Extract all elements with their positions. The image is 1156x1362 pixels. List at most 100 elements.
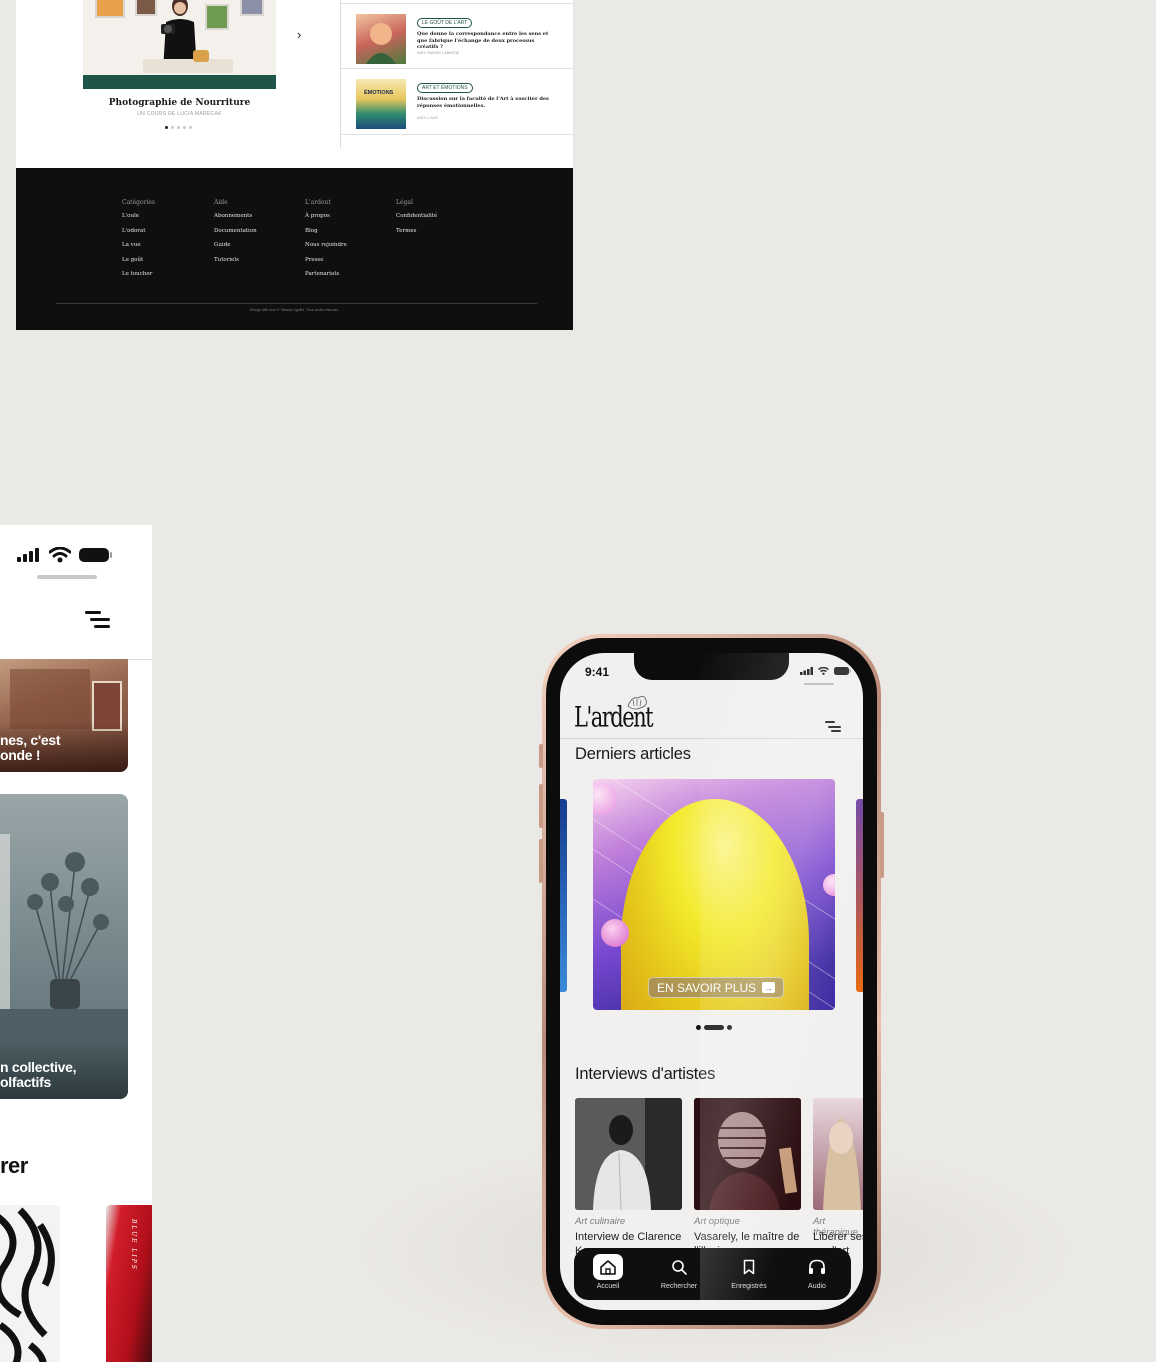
book-pattern bbox=[0, 1207, 55, 1362]
interview-category: Art culinaire bbox=[575, 1216, 626, 1227]
footer-heading: Catégories bbox=[122, 199, 155, 206]
footer-link[interactable]: Confidentialité bbox=[396, 213, 437, 219]
signal-icon bbox=[17, 548, 39, 562]
footer-link[interactable]: Abonnements bbox=[214, 213, 257, 219]
carousel-dot[interactable] bbox=[177, 126, 180, 129]
logo-hand-icon bbox=[627, 696, 647, 710]
menu-icon[interactable] bbox=[825, 721, 841, 732]
card-image bbox=[10, 669, 90, 729]
footer-column: L'ardent À propos Blog Nous rejoindre Pr… bbox=[305, 199, 347, 286]
status-bar-indicator bbox=[804, 683, 834, 685]
nav-label: Accueil bbox=[596, 1283, 620, 1290]
card-title: nes, c'est onde ! bbox=[0, 732, 61, 763]
footer-column: Légal Confidentialité Termes bbox=[396, 199, 437, 242]
status-icons bbox=[800, 667, 851, 675]
headphones-icon bbox=[809, 1259, 825, 1274]
nav-search[interactable]: Rechercher bbox=[649, 1254, 709, 1290]
nav-home[interactable]: Accueil bbox=[578, 1254, 638, 1290]
article-item[interactable]: LE GOÛT DE L'ART Que donne la correspond… bbox=[341, 3, 573, 69]
article-title[interactable]: Que donne la correspondance entre les se… bbox=[417, 31, 557, 51]
footer-link[interactable]: Blog bbox=[305, 228, 347, 234]
learn-more-button[interactable]: EN SAVOIR PLUS → bbox=[648, 977, 785, 998]
footer-column: Aide Abonnements Documentation Guide Tut… bbox=[214, 199, 257, 271]
mobile-zoom-mockup: nes, c'est onde ! n collective, olfactif… bbox=[0, 525, 152, 1362]
carousel-dot[interactable] bbox=[183, 126, 186, 129]
carousel-prev-card[interactable] bbox=[560, 799, 567, 992]
header-divider bbox=[560, 738, 863, 739]
footer-heading: Aide bbox=[214, 199, 228, 206]
course-image[interactable] bbox=[83, 0, 276, 89]
carousel-dot[interactable] bbox=[189, 126, 192, 129]
footer-link[interactable]: Guide bbox=[214, 242, 257, 248]
book-cover[interactable] bbox=[0, 1205, 60, 1362]
food-frame bbox=[240, 0, 264, 16]
article-item[interactable]: ÉMOTIONS ART ET ÉMOTIONS Discussion sur … bbox=[341, 69, 573, 135]
footer-link[interactable]: L'odorat bbox=[122, 228, 155, 234]
nav-label: Rechercher bbox=[660, 1283, 698, 1290]
search-icon bbox=[672, 1260, 687, 1275]
menu-icon[interactable] bbox=[85, 611, 111, 629]
footer-link[interactable]: Tutoriels bbox=[214, 257, 257, 263]
phone-side-button bbox=[539, 784, 543, 828]
phone-screen: 9:41 L'ardent Derniers articles EN SAVOI… bbox=[560, 653, 863, 1310]
footer-link[interactable]: À propos bbox=[305, 213, 347, 219]
interview-category: Art optique bbox=[694, 1216, 740, 1227]
footer-divider bbox=[56, 303, 537, 304]
arrow-right-icon: → bbox=[762, 982, 776, 993]
battery-icon bbox=[834, 667, 851, 675]
interview-card-image[interactable] bbox=[694, 1098, 801, 1210]
card-title: n collective, olfactifs bbox=[0, 1059, 77, 1090]
interview-card-image[interactable] bbox=[813, 1098, 863, 1210]
bookmark-icon bbox=[743, 1259, 755, 1275]
food-frame bbox=[95, 0, 125, 18]
hero-article-card[interactable]: EN SAVOIR PLUS → bbox=[593, 779, 835, 1010]
course-subtitle: UN COURS DE LUCIA MARECAK bbox=[137, 111, 222, 117]
carousel-dot-active[interactable] bbox=[704, 1025, 724, 1030]
footer-link[interactable]: Partenariats bbox=[305, 271, 347, 277]
article-tag[interactable]: LE GOÛT DE L'ART bbox=[417, 18, 473, 28]
phone-side-button bbox=[880, 812, 884, 878]
section-heading: rer bbox=[0, 1153, 28, 1178]
carousel-dot[interactable] bbox=[696, 1025, 701, 1030]
thumbnail-label: ÉMOTIONS bbox=[364, 90, 394, 96]
footer-link[interactable]: Presse bbox=[305, 257, 347, 263]
footer-link[interactable]: La vue bbox=[122, 242, 155, 248]
interview-card-image[interactable] bbox=[575, 1098, 682, 1210]
carousel-next-card[interactable] bbox=[856, 799, 863, 992]
course-carousel: › Photographie de Nourriture UN COURS DE… bbox=[16, 0, 341, 168]
hero-orb bbox=[601, 919, 629, 947]
carousel-dot[interactable] bbox=[165, 126, 168, 129]
food-frame bbox=[205, 4, 229, 30]
status-bar bbox=[17, 547, 113, 563]
desktop-website-mockup: › Photographie de Nourriture UN COURS DE… bbox=[16, 0, 573, 330]
footer-column: Catégories L'ouïe L'odorat La vue Le goû… bbox=[122, 199, 155, 286]
article-card[interactable]: n collective, olfactifs bbox=[0, 794, 128, 1099]
interview-portrait bbox=[575, 1098, 682, 1210]
nav-label: Enregistrés bbox=[731, 1283, 767, 1290]
footer-link[interactable]: Nous rejoindre bbox=[305, 242, 347, 248]
footer-link[interactable]: Documentation bbox=[214, 228, 257, 234]
carousel-dots[interactable] bbox=[165, 126, 192, 129]
nav-audio[interactable]: Audio bbox=[787, 1254, 847, 1290]
book-cover[interactable]: BLUE LIPS bbox=[106, 1205, 152, 1362]
carousel-dot[interactable] bbox=[727, 1025, 732, 1030]
article-thumbnail: ÉMOTIONS bbox=[356, 79, 406, 129]
article-tag[interactable]: ART ET ÉMOTIONS bbox=[417, 83, 473, 93]
chevron-right-icon[interactable]: › bbox=[297, 27, 301, 42]
nav-label: Audio bbox=[808, 1283, 826, 1290]
carousel-dot[interactable] bbox=[171, 126, 174, 129]
table bbox=[143, 59, 233, 73]
article-title[interactable]: Discussion sur la faculté de l'Art à sus… bbox=[417, 96, 557, 109]
footer-link[interactable]: Le goût bbox=[122, 257, 155, 263]
carousel-dots[interactable] bbox=[696, 1025, 732, 1030]
interview-portrait bbox=[694, 1098, 801, 1210]
footer-link[interactable]: L'ouïe bbox=[122, 213, 155, 219]
book-title: BLUE LIPS bbox=[130, 1219, 137, 1271]
interview-portrait bbox=[823, 1118, 861, 1210]
battery-icon bbox=[79, 548, 112, 562]
footer-link[interactable]: Le toucher bbox=[122, 271, 155, 277]
footer-link[interactable]: Termes bbox=[396, 228, 437, 234]
section-title-latest: Derniers articles bbox=[575, 745, 691, 763]
article-card[interactable]: nes, c'est onde ! bbox=[0, 659, 128, 772]
nav-saved[interactable]: Enregistrés bbox=[719, 1254, 779, 1290]
